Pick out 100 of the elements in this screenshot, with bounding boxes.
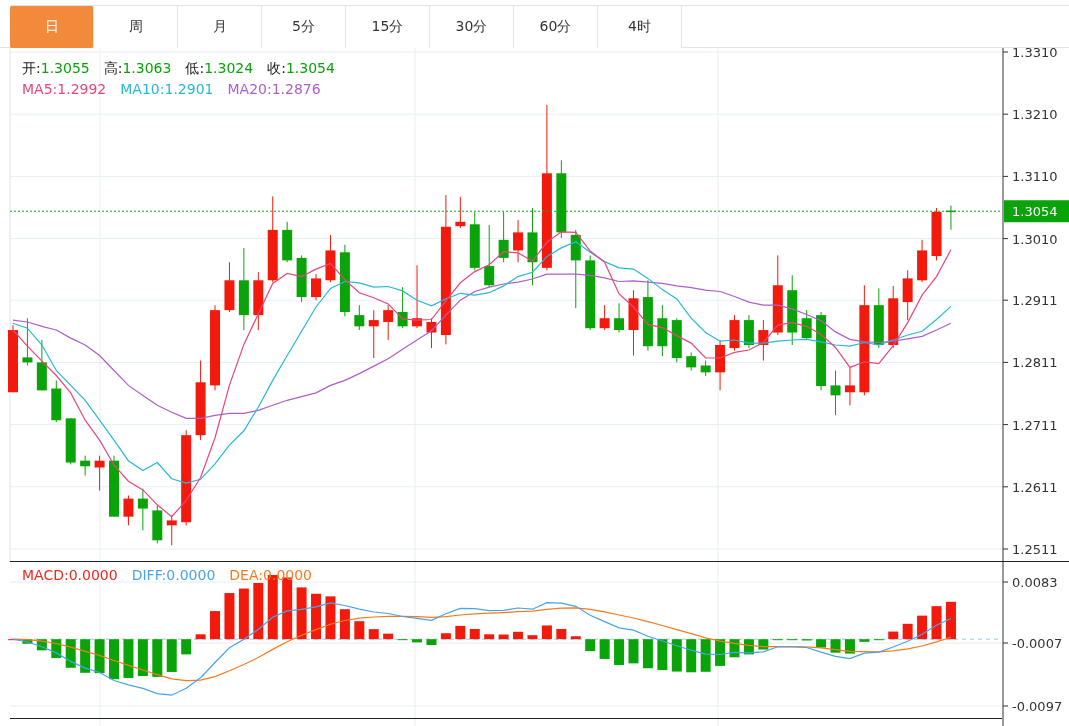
legend-label: DIFF:	[131, 567, 167, 583]
macd-bar	[440, 633, 451, 640]
legend-value: 1.3063	[122, 60, 172, 76]
legend-label: 低:	[185, 60, 205, 76]
candlestick	[383, 304, 394, 341]
axis-label: 1.2511	[1012, 542, 1058, 557]
candlestick	[830, 370, 841, 416]
candlestick	[787, 274, 798, 346]
candlestick	[166, 514, 177, 546]
candlestick	[888, 285, 899, 349]
macd-bar	[484, 634, 495, 640]
candlestick	[657, 304, 668, 357]
macd-bar	[455, 625, 466, 640]
candlestick	[65, 417, 76, 465]
candlestick	[397, 286, 408, 329]
candlestick	[729, 314, 740, 352]
candlestick	[94, 455, 105, 492]
candlestick	[455, 196, 466, 229]
macd-bar	[253, 583, 264, 640]
candlestick	[614, 302, 625, 334]
candlestick	[715, 339, 726, 391]
macd-bar	[36, 639, 47, 651]
macd-bar	[729, 639, 740, 658]
candlestick	[686, 351, 697, 371]
macd-bar	[844, 639, 855, 654]
macd-bar	[902, 623, 913, 640]
period-tab[interactable]: 月	[178, 5, 262, 48]
legend-label: MA5:	[22, 81, 58, 97]
macd-bar	[368, 629, 379, 640]
legend-value: 0.0000	[68, 567, 118, 583]
macd-bar	[109, 639, 119, 680]
macd-bar	[311, 593, 322, 640]
macd-bar	[614, 639, 625, 665]
macd-bar	[238, 588, 249, 640]
macd-bar	[80, 639, 91, 673]
candlestick	[325, 234, 336, 283]
period-tab[interactable]: 4时	[598, 5, 682, 48]
axis-label: 1.2911	[1012, 293, 1058, 309]
macd-bar	[513, 631, 524, 640]
macd-bar	[65, 639, 76, 668]
candlestick	[426, 317, 437, 349]
macd-bar	[570, 636, 581, 640]
axis-label: 1.2811	[1012, 355, 1058, 371]
macd-bar	[541, 625, 552, 640]
macd-bar	[743, 639, 754, 655]
legend-value: 1.2876	[271, 81, 321, 97]
period-tab[interactable]: 5分	[262, 5, 346, 48]
candlestick	[599, 304, 610, 331]
macd-bar	[556, 629, 567, 640]
legend-label: DEA:	[229, 567, 264, 583]
macd-bar	[527, 635, 538, 640]
macd-bar	[931, 606, 942, 640]
macd-bar	[830, 639, 841, 653]
macd-bar	[383, 633, 394, 640]
macd-bar	[195, 634, 206, 640]
candlestick	[8, 324, 18, 393]
macd-bar	[945, 601, 956, 640]
macd-bar	[325, 596, 336, 640]
candlestick	[412, 264, 423, 329]
period-tab[interactable]: 周	[94, 5, 178, 48]
legend-value: 1.2901	[164, 81, 214, 97]
legend-label: MA20:	[227, 81, 272, 97]
macd-bar	[181, 639, 192, 655]
macd-bar	[354, 621, 365, 640]
macd-bar	[498, 634, 509, 640]
candlestick	[801, 309, 812, 341]
legend-label: 高:	[103, 60, 123, 76]
macd-bar	[51, 639, 62, 659]
candlestick	[354, 304, 365, 331]
candlestick	[700, 360, 711, 377]
candlestick	[902, 269, 913, 321]
candlestick	[137, 488, 148, 531]
candlestick	[22, 317, 33, 366]
candlestick	[945, 205, 956, 231]
period-tab[interactable]: 15分	[346, 5, 430, 48]
candlestick	[498, 211, 509, 263]
axis-label: 1.2611	[1012, 479, 1058, 495]
axis-label: 0.0083	[1012, 575, 1058, 590]
period-tab[interactable]: 60分	[514, 5, 598, 48]
macd-bar	[816, 639, 827, 648]
axis-label: 1.2711	[1012, 417, 1058, 433]
legend-value: 1.3054	[285, 60, 335, 76]
candlestick	[484, 224, 495, 288]
legend-label: MACD:	[22, 567, 69, 583]
period-tab[interactable]: 30分	[430, 5, 514, 48]
candlestick	[671, 317, 682, 363]
candlestick	[109, 455, 119, 518]
candlestick	[844, 367, 855, 406]
macd-bar	[412, 639, 423, 643]
axis-label: -0.0097	[1012, 699, 1063, 714]
candlestick	[368, 309, 379, 359]
macd-bar	[917, 615, 928, 640]
candlestick	[931, 207, 942, 261]
current-price-label: 1.3054	[1012, 204, 1058, 220]
candlestick	[80, 455, 91, 477]
legend-label: MA10:	[120, 81, 165, 97]
axis-label: -0.0007	[1012, 636, 1063, 651]
current-price-tag	[1004, 200, 1069, 223]
candlestick	[469, 211, 480, 271]
legend-label: 开:	[22, 60, 41, 76]
